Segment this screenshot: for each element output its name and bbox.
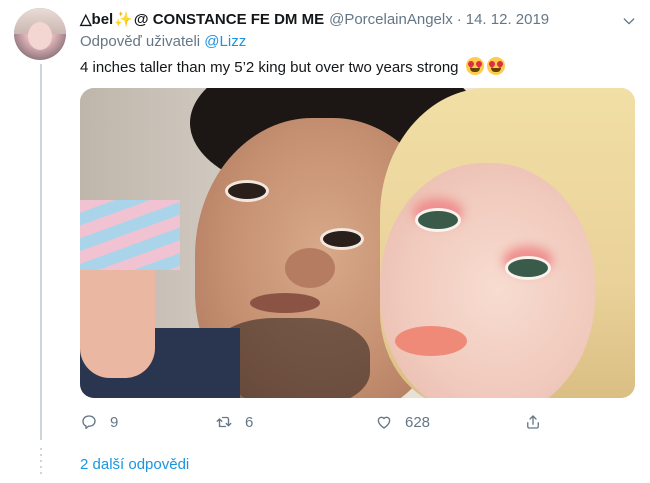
author-name-part2: @ CONSTANCE FE DM ME xyxy=(133,11,325,28)
reply-prefix: Odpověď uživateli xyxy=(80,33,201,50)
author-name-part1: △bel xyxy=(80,11,114,28)
tweet-body: 4 inches taller than my 5’2 king but ove… xyxy=(80,59,459,76)
photo-woman-lips xyxy=(395,326,467,356)
photo-woman-eye xyxy=(415,208,461,232)
heart-eyes-emoji xyxy=(486,57,505,75)
tweet-date[interactable]: 14. 12. 2019 xyxy=(466,11,549,28)
reply-count: 9 xyxy=(110,413,119,431)
tweet-menu-chevron-down-icon[interactable] xyxy=(620,12,638,30)
tweet-photo[interactable] xyxy=(80,88,635,398)
reply-icon xyxy=(82,415,96,430)
reply-button[interactable]: 9 xyxy=(80,410,118,434)
reply-mention-link[interactable]: @Lizz xyxy=(204,33,246,50)
retweet-count: 6 xyxy=(245,413,254,431)
sparkle-emoji: ✨ xyxy=(114,11,133,28)
tweet-actions: 9 6 628 xyxy=(80,410,550,434)
photo-woman-eye xyxy=(505,256,551,280)
photo-man-mouth xyxy=(250,293,320,313)
heart-eyes-emoji xyxy=(465,57,484,75)
share-button[interactable] xyxy=(524,410,542,434)
author-name[interactable]: △bel✨@ CONSTANCE FE DM ME xyxy=(80,10,324,28)
tweet-text: 4 inches taller than my 5’2 king but ove… xyxy=(80,57,505,76)
photo-man-nose xyxy=(285,248,335,288)
tweet-header: △bel✨@ CONSTANCE FE DM ME @PorcelainAnge… xyxy=(80,10,549,28)
photo-sleeve xyxy=(80,200,180,270)
photo-man-eye xyxy=(225,180,269,202)
retweet-button[interactable]: 6 xyxy=(215,410,253,434)
retweet-icon xyxy=(216,416,232,428)
reply-context: Odpověď uživateli @Lizz xyxy=(80,33,246,50)
thread-continuation-dots xyxy=(40,448,42,478)
avatar-face xyxy=(28,22,52,50)
heart-icon xyxy=(377,416,391,429)
show-more-replies-link[interactable]: 2 další odpovědi xyxy=(80,456,189,473)
photo-man-eye xyxy=(320,228,364,250)
thread-line xyxy=(40,64,42,440)
photo-woman-face xyxy=(380,163,595,398)
like-button[interactable]: 628 xyxy=(375,410,430,434)
header-separator: · xyxy=(456,11,462,28)
author-handle[interactable]: @PorcelainAngelx xyxy=(329,11,453,28)
share-icon xyxy=(527,415,539,429)
profile-avatar[interactable] xyxy=(14,8,66,60)
like-count: 628 xyxy=(405,413,431,431)
